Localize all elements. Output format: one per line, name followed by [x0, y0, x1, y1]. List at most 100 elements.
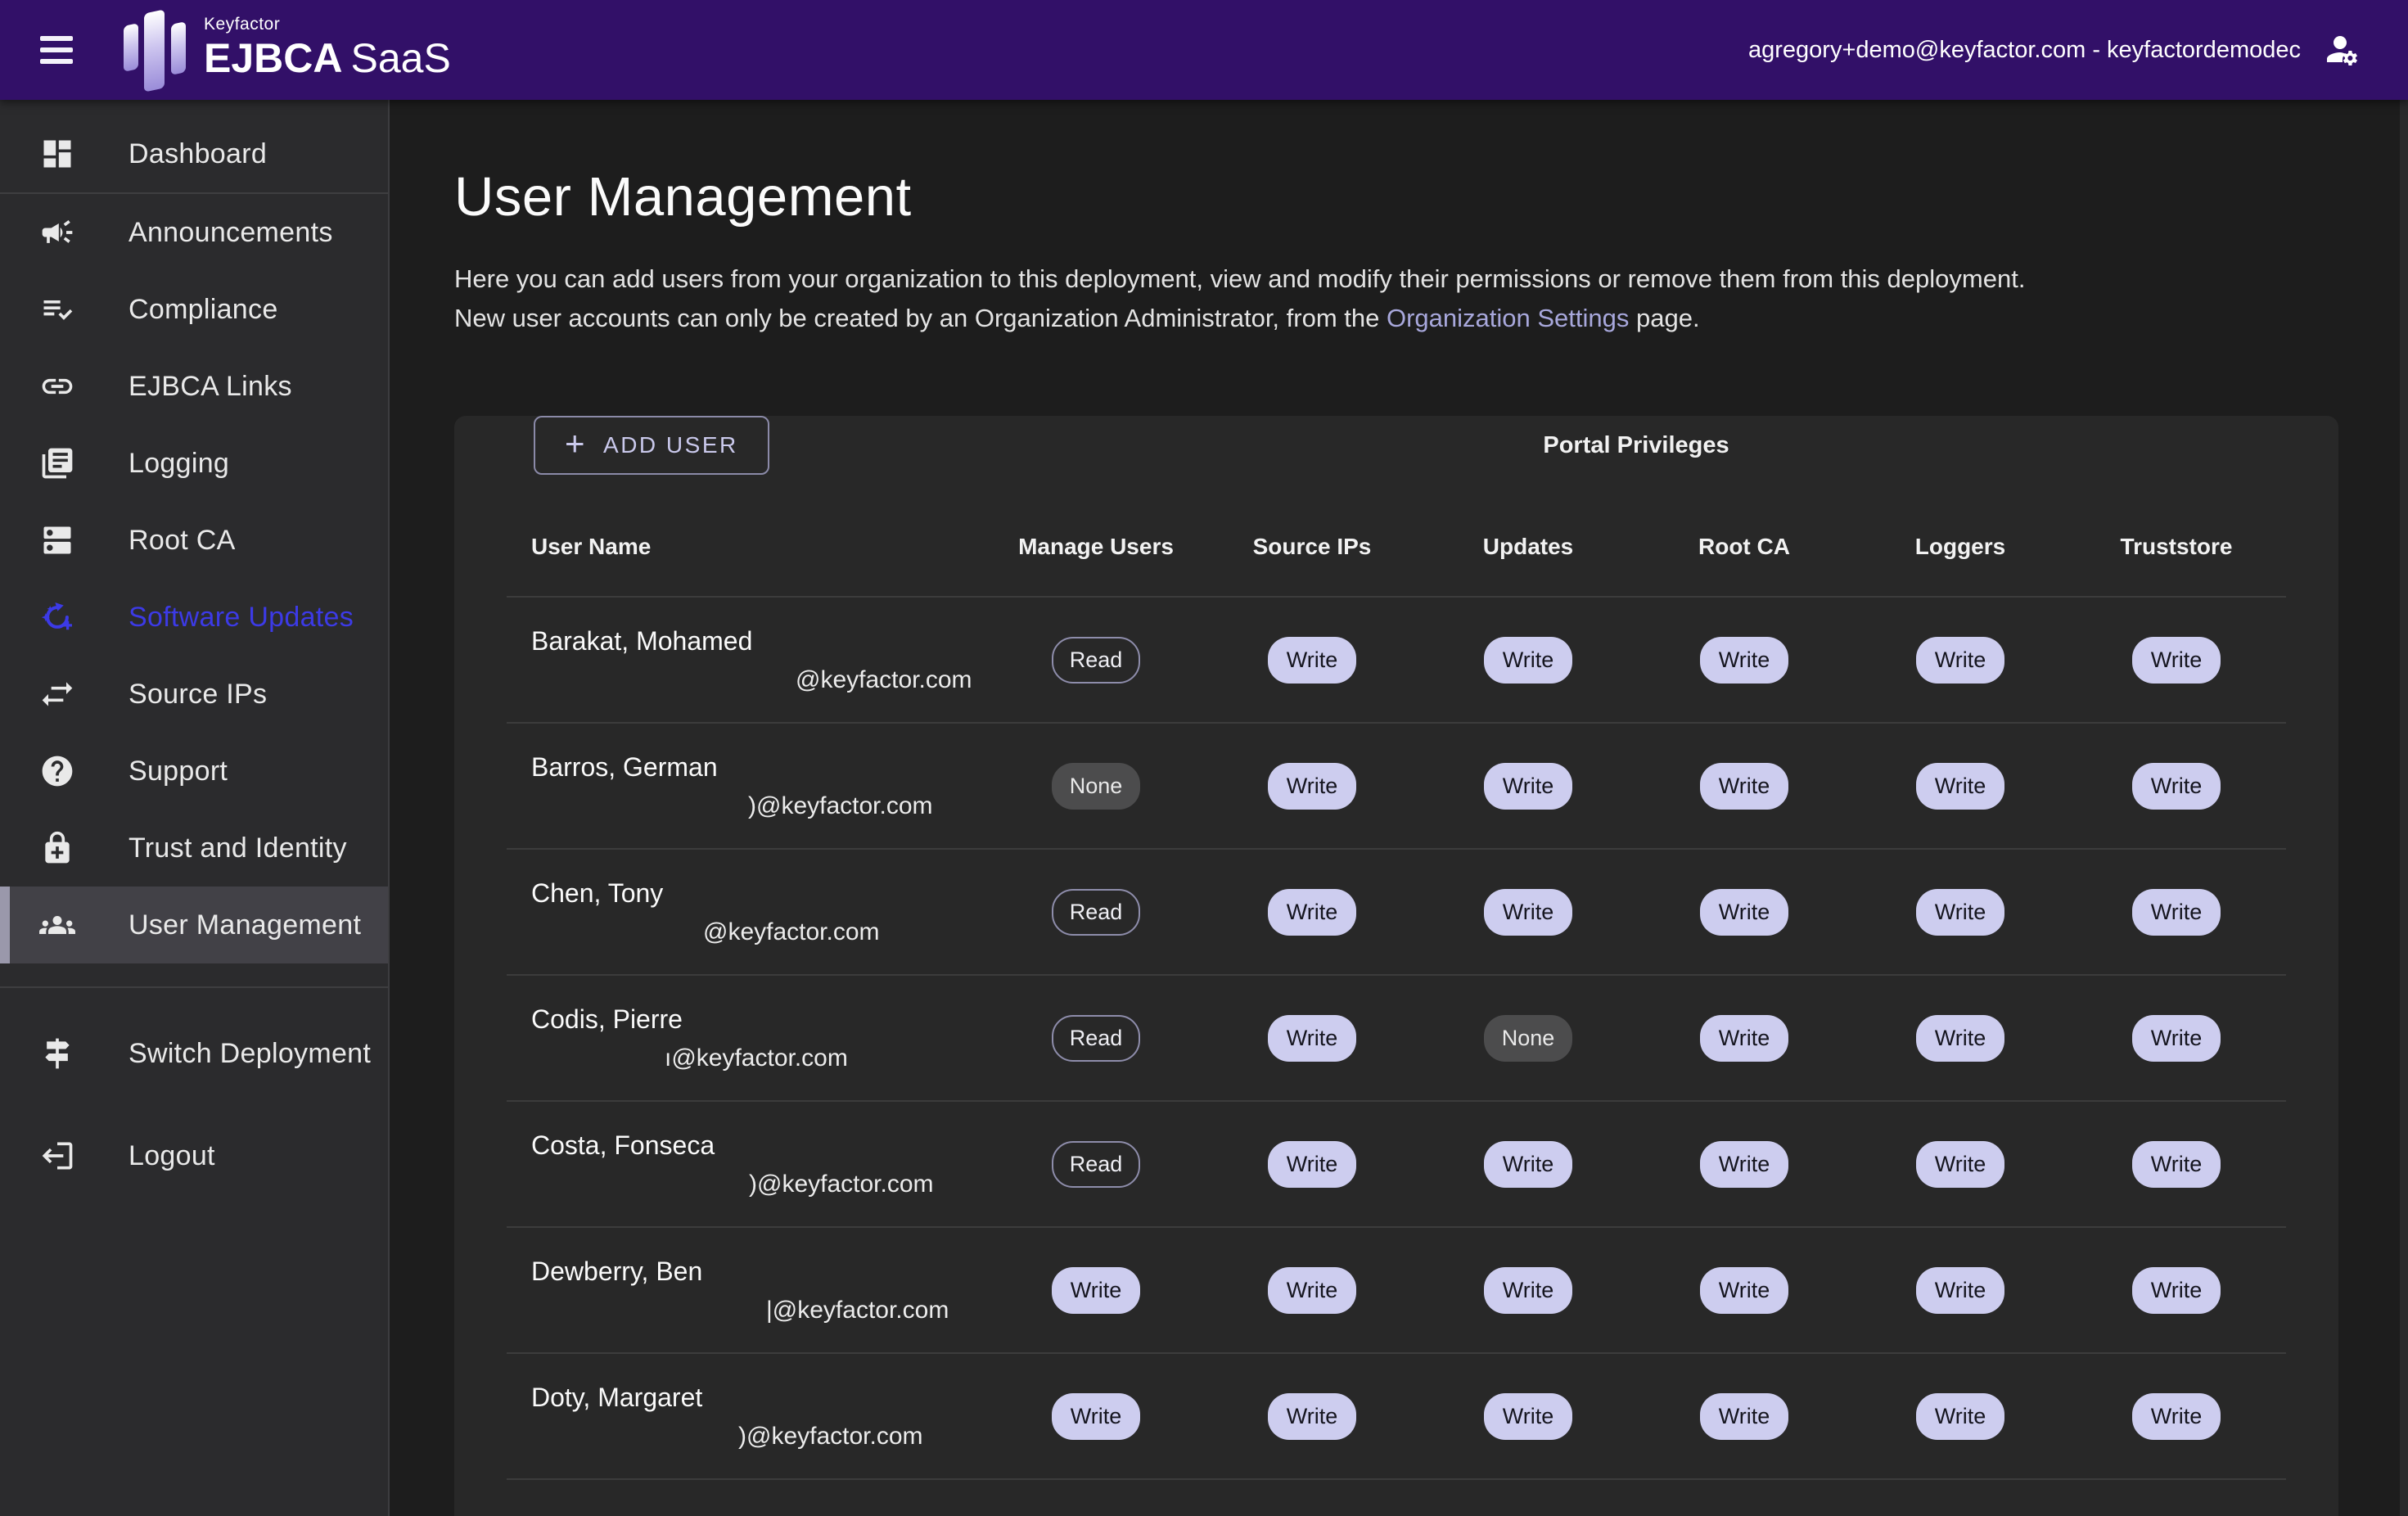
sidebar-item-label: Source IPs — [129, 679, 267, 711]
pill-write[interactable]: Write — [1700, 1015, 1788, 1062]
pill-write[interactable]: Write — [1916, 1015, 2004, 1062]
sidebar-item-support[interactable]: Support — [0, 733, 388, 810]
table-row: Costa, Fonseca )@keyfactor.com Read Write Wr… — [507, 1102, 2286, 1228]
pill-write[interactable]: Write — [1916, 1141, 2004, 1188]
privilege-cell: Write — [1204, 889, 1420, 936]
pill-write[interactable]: Write — [1268, 1141, 1356, 1188]
add-user-button[interactable]: + ADD USER — [534, 416, 769, 475]
privilege-cell: Write — [1852, 637, 2068, 684]
dashboard-icon — [39, 136, 75, 172]
brand-company: Keyfactor — [204, 16, 451, 33]
pill-write[interactable]: Write — [1916, 763, 2004, 810]
pill-write[interactable]: Write — [1484, 889, 1572, 936]
sidebar-item-software-updates[interactable]: Software Updates — [0, 579, 388, 656]
sidebar-item-compliance[interactable]: Compliance — [0, 271, 388, 348]
sidebar-item-user-management[interactable]: User Management — [0, 887, 388, 963]
user-name: Costa, Fonseca — [531, 1130, 988, 1161]
source-ips-icon — [39, 676, 75, 712]
user-name: Dewberry, Ben — [531, 1257, 988, 1287]
pill-write[interactable]: Write — [2132, 637, 2221, 684]
pill-write[interactable]: Write — [1700, 763, 1788, 810]
pill-write[interactable]: Write — [1484, 1393, 1572, 1440]
hamburger-menu-button[interactable] — [40, 36, 73, 64]
software-updates-icon — [39, 599, 75, 635]
page-scrollbar[interactable] — [2400, 100, 2408, 1516]
pill-none[interactable]: None — [1052, 763, 1140, 810]
sidebar-item-label: Trust and Identity — [129, 832, 347, 864]
pill-read[interactable]: Read — [1052, 1015, 1140, 1062]
pill-write[interactable]: Write — [1268, 889, 1356, 936]
privilege-cell: Write — [1852, 1141, 2068, 1188]
pill-write[interactable]: Write — [1052, 1393, 1140, 1440]
pill-write[interactable]: Write — [1484, 1141, 1572, 1188]
organization-settings-link[interactable]: Organization Settings — [1387, 304, 1629, 332]
privilege-cell: Read — [988, 1015, 1204, 1062]
sidebar-item-dashboard[interactable]: Dashboard — [0, 115, 388, 192]
sidebar-item-logging[interactable]: Logging — [0, 425, 388, 502]
pill-write[interactable]: Write — [2132, 763, 2221, 810]
user-cell: Barros, German)@keyfactor.com — [507, 752, 988, 820]
support-icon — [39, 753, 75, 789]
user-name: Barakat, Mohamed — [531, 626, 988, 656]
pill-write[interactable]: Write — [2132, 1393, 2221, 1440]
privilege-cell: Write — [1636, 1141, 1852, 1188]
pill-write[interactable]: Write — [1268, 1015, 1356, 1062]
sidebar-item-trust-and-identity[interactable]: Trust and Identity — [0, 810, 388, 887]
pill-write[interactable]: Write — [1484, 637, 1572, 684]
pill-write[interactable]: Write — [2132, 1267, 2221, 1314]
table-row: Chen, Tony@keyfactor.com Read Write Write Wr… — [507, 850, 2286, 976]
table-toolbar: + ADD USER Portal Privileges — [507, 416, 2286, 475]
privilege-cell: Write — [2068, 637, 2284, 684]
pill-read[interactable]: Read — [1052, 1141, 1140, 1188]
column-header-manage-users: Manage Users — [988, 534, 1204, 560]
sidebar-nav: DashboardAnnouncementsComplianceEJBCA Li… — [0, 100, 390, 1516]
pill-write[interactable]: Write — [1052, 1267, 1140, 1314]
privilege-cell: Write — [2068, 1267, 2284, 1314]
pill-write[interactable]: Write — [1700, 1393, 1788, 1440]
pill-read[interactable]: Read — [1052, 637, 1140, 684]
privilege-cell: Write — [1852, 763, 2068, 810]
user-name: Barros, German — [531, 752, 988, 783]
sidebar-item-label: Logging — [129, 448, 229, 480]
sidebar-item-logout[interactable]: Logout — [0, 1117, 388, 1194]
sidebar-item-root-ca[interactable]: Root CA — [0, 502, 388, 579]
pill-write[interactable]: Write — [1268, 763, 1356, 810]
user-management-icon — [39, 907, 75, 943]
pill-none[interactable]: None — [1484, 1015, 1572, 1062]
pill-write[interactable]: Write — [1700, 1141, 1788, 1188]
brand-product: EJBCASaaS — [204, 38, 451, 79]
privilege-cell: None — [988, 763, 1204, 810]
pill-write[interactable]: Write — [1484, 1267, 1572, 1314]
sidebar-item-switch-deployment[interactable]: Switch Deployment — [0, 1015, 388, 1092]
privilege-cell: Write — [2068, 1393, 2284, 1440]
sidebar-item-label: Switch Deployment — [129, 1038, 371, 1070]
pill-write[interactable]: Write — [1700, 1267, 1788, 1314]
pill-write[interactable]: Write — [1268, 637, 1356, 684]
pill-write[interactable]: Write — [1484, 763, 1572, 810]
sidebar-item-ejbca-links[interactable]: EJBCA Links — [0, 348, 388, 425]
pill-write[interactable]: Write — [1700, 889, 1788, 936]
user-cell: Chen, Tony@keyfactor.com — [507, 878, 988, 946]
pill-write[interactable]: Write — [2132, 889, 2221, 936]
sidebar-item-announcements[interactable]: Announcements — [0, 194, 388, 271]
manage-accounts-icon[interactable] — [2322, 29, 2365, 71]
pill-read[interactable]: Read — [1052, 889, 1140, 936]
user-cell: Doty, Margaret)@keyfactor.com — [507, 1383, 988, 1451]
sidebar-item-label: Support — [129, 756, 228, 787]
privilege-cell: Write — [1636, 1393, 1852, 1440]
pill-write[interactable]: Write — [1916, 1393, 2004, 1440]
pill-write[interactable]: Write — [1916, 889, 2004, 936]
pill-write[interactable]: Write — [1916, 1267, 2004, 1314]
pill-write[interactable]: Write — [2132, 1141, 2221, 1188]
privilege-cell: Write — [1204, 637, 1420, 684]
privilege-cell: Write — [1852, 889, 2068, 936]
pill-write[interactable]: Write — [1268, 1267, 1356, 1314]
pill-write[interactable]: Write — [2132, 1015, 2221, 1062]
privilege-cell: Write — [1420, 637, 1636, 684]
pill-write[interactable]: Write — [1700, 637, 1788, 684]
pill-write[interactable]: Write — [1268, 1393, 1356, 1440]
trust-identity-icon — [39, 830, 75, 866]
sidebar-item-source-ips[interactable]: Source IPs — [0, 656, 388, 733]
user-email: )@keyfactor.com — [749, 1171, 988, 1198]
pill-write[interactable]: Write — [1916, 637, 2004, 684]
